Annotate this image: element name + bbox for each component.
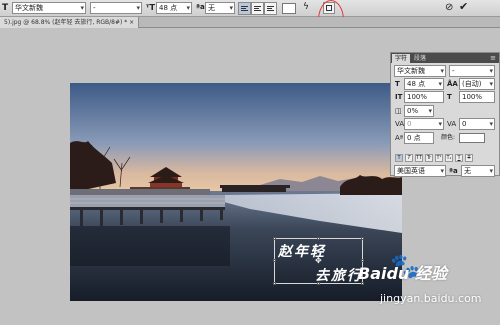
close-tab-icon[interactable]: ×: [129, 19, 134, 26]
text-bounding-box[interactable]: ✥ 赵年轻 去旅行: [273, 237, 364, 285]
panel-tab-bar: 字符 段落 ≡: [391, 53, 499, 63]
document-tab[interactable]: 5).jpg @ 68.8% (赵年轻 去旅行, RGB/8#) * ×: [0, 17, 140, 28]
horizontal-scale-icon: T: [447, 93, 452, 101]
anti-alias-select[interactable]: 无: [205, 2, 235, 14]
vertical-scale-field[interactable]: 100%: [404, 91, 444, 103]
text-line-1: 赵年轻: [278, 244, 326, 260]
all-caps-button[interactable]: TT: [415, 154, 423, 162]
transform-handle[interactable]: [273, 282, 276, 285]
kerning-icon: VA: [395, 120, 405, 128]
font-size-icon: T: [395, 80, 400, 88]
baseline-shift-field[interactable]: 0 点: [404, 132, 434, 144]
text-color-swatch[interactable]: [282, 3, 296, 14]
panel-font-size-select[interactable]: 48 点: [404, 78, 444, 90]
panel-anti-alias-select[interactable]: 无: [461, 165, 495, 177]
font-size-select[interactable]: 48 点: [156, 2, 192, 14]
tab-character[interactable]: 字符: [392, 54, 411, 63]
text-line-2: 去旅行: [315, 268, 363, 284]
options-bar: T 华文新魏 - ᵀT 48 点 ªa 无 ϟ ⊘ ✔: [0, 0, 500, 17]
watermark: 🐾 Baidu 经验 jingyan.baidu.com: [358, 252, 498, 320]
transform-handle[interactable]: [361, 237, 364, 240]
tab-paragraph[interactable]: 段落: [411, 54, 429, 63]
anti-alias-icon: ªa: [196, 3, 205, 11]
align-left-icon: [241, 6, 248, 11]
faux-bold-button[interactable]: T: [395, 154, 403, 162]
commit-checkmark-icon[interactable]: ✔: [459, 1, 468, 13]
small-caps-button[interactable]: Tr: [425, 154, 433, 162]
align-left-button[interactable]: [238, 2, 251, 15]
strikethrough-button[interactable]: T: [465, 154, 473, 162]
kerning-select[interactable]: 0: [404, 118, 444, 130]
text-tool-icon[interactable]: T: [2, 3, 8, 13]
align-center-button[interactable]: [251, 2, 264, 15]
character-panel: 字符 段落 ≡ 华文新魏 - T 48 点 ÅA (自动) IT 100% T …: [390, 52, 500, 177]
tracking-icon: VA: [447, 120, 457, 128]
transform-handle[interactable]: [317, 237, 320, 240]
font-size-icon: ᵀT: [146, 3, 155, 12]
underline-button[interactable]: T: [455, 154, 463, 162]
align-center-icon: [254, 6, 261, 11]
tsume-select[interactable]: 0%: [404, 105, 434, 117]
tsume-icon: ◫: [395, 107, 402, 115]
panel-font-style-select[interactable]: -: [449, 65, 495, 77]
language-select[interactable]: 美国英语: [394, 165, 446, 177]
align-right-button[interactable]: [264, 2, 277, 15]
cancel-icon[interactable]: ⊘: [445, 2, 453, 14]
font-family-select[interactable]: 华文新魏: [12, 2, 86, 14]
leading-icon: ÅA: [447, 80, 458, 88]
document-tab-bar: 5).jpg @ 68.8% (赵年轻 去旅行, RGB/8#) * ×: [0, 17, 500, 28]
transform-handle[interactable]: [273, 259, 276, 262]
color-swatch[interactable]: [459, 133, 485, 143]
subscript-button[interactable]: T₁: [445, 154, 453, 162]
warp-text-icon[interactable]: ϟ: [303, 2, 309, 12]
panel-menu-icon[interactable]: ≡: [490, 53, 496, 63]
watermark-url: jingyan.baidu.com: [380, 292, 482, 305]
vertical-scale-icon: IT: [395, 93, 403, 101]
horizontal-scale-field[interactable]: 100%: [459, 91, 495, 103]
align-right-icon: [267, 6, 274, 11]
baseline-shift-icon: Aª: [395, 134, 404, 142]
color-label: 颜色:: [441, 134, 456, 141]
anti-alias-icon: ªa: [449, 167, 458, 175]
transform-handle[interactable]: [273, 237, 276, 240]
leading-select[interactable]: (自动): [459, 78, 495, 90]
watermark-brand: Baidu 经验: [358, 264, 447, 283]
faux-italic-button[interactable]: T: [405, 154, 413, 162]
font-style-select[interactable]: -: [90, 2, 142, 14]
superscript-button[interactable]: T¹: [435, 154, 443, 162]
panel-font-family-select[interactable]: 华文新魏: [394, 65, 446, 77]
tracking-select[interactable]: 0: [459, 118, 495, 130]
